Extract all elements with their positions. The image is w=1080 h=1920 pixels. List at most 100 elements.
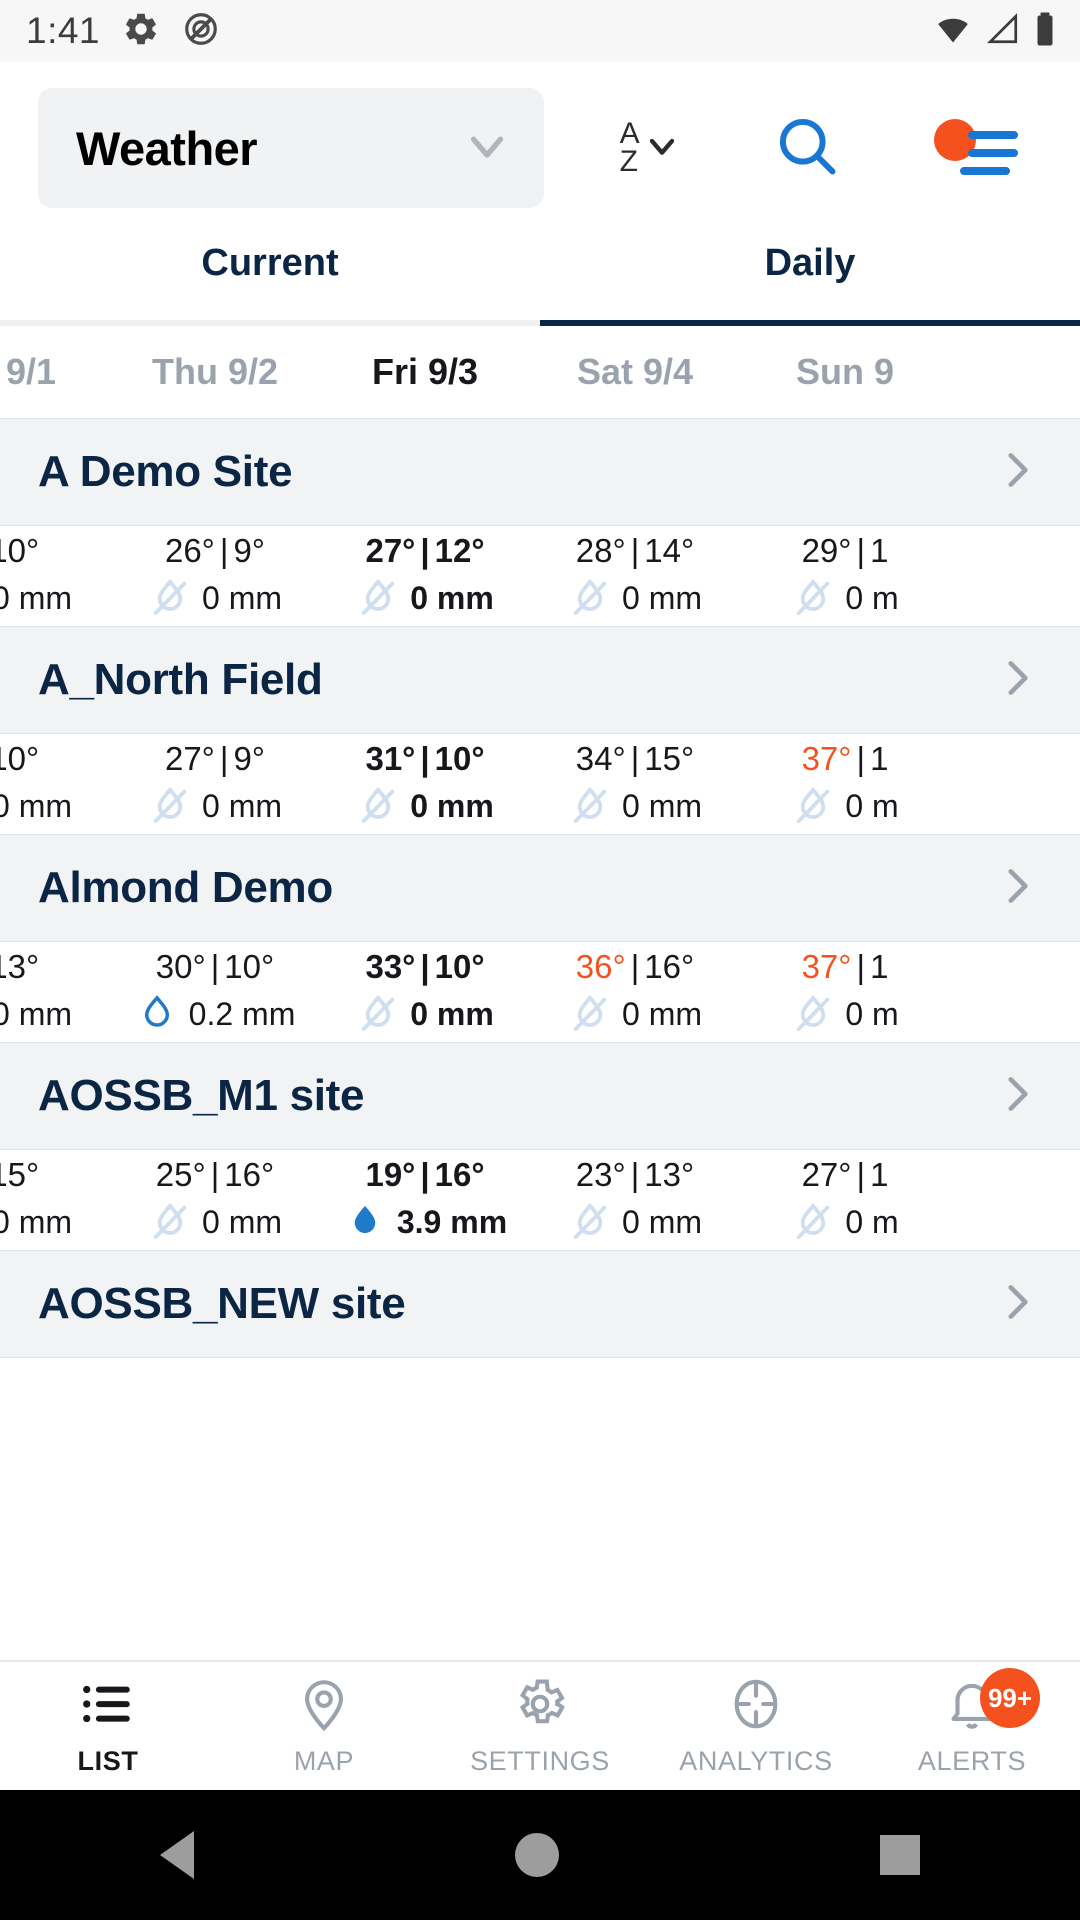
precipitation-value: 0 mm — [410, 995, 494, 1032]
date-cell[interactable]: Thu 9/2 — [110, 351, 320, 393]
temperature-low: 10° — [434, 948, 485, 985]
temperature-high: 37° — [801, 740, 852, 777]
tab-current[interactable]: Current — [0, 234, 540, 320]
site-header[interactable]: A_North Field — [0, 626, 1080, 734]
chevron-right-icon — [992, 445, 1042, 500]
nav-item-analytics[interactable]: ANALYTICS — [648, 1662, 864, 1790]
no-rain-icon — [361, 994, 395, 1031]
day-cell[interactable]: 33° | 10° 0 mm — [320, 948, 530, 1036]
site-header[interactable]: AOSSB_NEW site — [0, 1250, 1080, 1358]
day-cell[interactable]: |13° 0 mm — [0, 948, 110, 1036]
precipitation: 0 mm — [148, 784, 282, 828]
android-system-nav — [0, 1790, 1080, 1920]
sort-az-letters: A Z — [619, 118, 640, 178]
no-rain-icon — [797, 994, 830, 1031]
temperature-range: 30° | 10° — [156, 948, 274, 986]
no-rain-icon — [153, 578, 187, 615]
day-cell[interactable]: 27° | 12° 0 mm — [320, 532, 530, 620]
precipitation: 0 mm — [568, 1200, 702, 1244]
precipitation-value: 0 mm — [622, 1203, 702, 1240]
day-cell[interactable]: |10° 0 mm — [0, 532, 110, 620]
nav-item-map[interactable]: MAP — [216, 1662, 432, 1790]
temperature-separator: | — [420, 948, 430, 985]
tab-daily[interactable]: Daily — [540, 234, 1080, 326]
day-cell[interactable]: 29° | 1 0 m — [740, 532, 950, 620]
day-cell[interactable]: 27° | 9° 0 mm — [110, 740, 320, 828]
precipitation-value: 0 m — [845, 1203, 899, 1240]
chevron-down-icon — [460, 119, 514, 178]
date-label: Fri 9/3 — [371, 351, 479, 392]
nav-label-map: MAP — [293, 1746, 355, 1776]
temperature-low: 14° — [644, 532, 695, 569]
precipitation: 0 mm — [356, 784, 494, 828]
temperature-low: 16° — [224, 1156, 275, 1193]
day-cell[interactable]: 19° | 16° 3.9 mm — [320, 1156, 530, 1244]
temperature-high: 30° — [155, 948, 206, 985]
site-list[interactable]: A Demo Site|10°0 mm26°|9°0 mm27°|12°0 mm… — [0, 418, 1080, 1358]
precipitation-value: 0 mm — [0, 1203, 72, 1240]
day-cell[interactable]: 25° | 16° 0 mm — [110, 1156, 320, 1244]
day-cell[interactable]: 28° | 14° 0 mm — [530, 532, 740, 620]
temperature-high: 19° — [365, 1156, 416, 1193]
filter-icon[interactable] — [932, 117, 1019, 179]
temperature-separator: | — [630, 948, 640, 985]
temperature-high: 27° — [164, 740, 215, 777]
app-bar: Weather A Z — [0, 62, 1080, 234]
status-bar-system-icons — [934, 0, 1056, 62]
home-circle-icon[interactable] — [514, 1833, 559, 1877]
site-name: A_North Field — [38, 655, 323, 704]
temperature-range: |13° — [0, 948, 39, 986]
no-rain-icon — [797, 1202, 830, 1239]
date-cell[interactable]: Sun 9 — [740, 351, 950, 393]
day-cell[interactable]: 23° | 13° 0 mm — [530, 1156, 740, 1244]
temperature-low: 9° — [233, 532, 266, 569]
temperature-low: 1 — [870, 532, 889, 569]
day-cell[interactable]: 30° | 10° 0.2 mm — [110, 948, 320, 1036]
precipitation-value: 0 m — [845, 579, 899, 616]
day-cell[interactable]: 36° | 16° 0 mm — [530, 948, 740, 1036]
nav-label-settings: SETTINGS — [470, 1746, 610, 1776]
day-cell[interactable]: 26° | 9° 0 mm — [110, 532, 320, 620]
site-header[interactable]: A Demo Site — [0, 418, 1080, 526]
day-cell[interactable]: |15° 0 mm — [0, 1156, 110, 1244]
site-data-row: |15°0 mm25°|16°0 mm19°|16°3.9 mm23°|13°0… — [0, 1150, 1080, 1250]
chevron-right-icon — [992, 861, 1042, 916]
temperature-range: 37° | 1 — [802, 948, 889, 986]
date-cell-selected[interactable]: Fri 9/3 — [320, 351, 530, 393]
search-icon[interactable] — [773, 112, 841, 185]
temperature-low: 1 — [870, 1156, 889, 1193]
site-header[interactable]: Almond Demo — [0, 834, 1080, 942]
gear-icon — [511, 1675, 569, 1738]
temperature-separator: | — [210, 948, 220, 985]
site-name: AOSSB_M1 site — [38, 1071, 365, 1120]
day-cell[interactable]: 37° | 1 0 m — [740, 948, 950, 1036]
date-header-row: ed 9/1 Thu 9/2 Fri 9/3 Sat 9/4 Sun 9 — [0, 326, 1080, 418]
precipitation-value: 0 mm — [0, 995, 72, 1032]
temperature-range: 19° | 16° — [365, 1156, 484, 1194]
no-rain-icon — [573, 578, 607, 615]
sort-letter-bottom: Z — [619, 145, 638, 178]
day-cell[interactable]: 34° | 15° 0 mm — [530, 740, 740, 828]
day-cell[interactable]: |10° 0 mm — [0, 740, 110, 828]
temperature-range: 34° | 15° — [576, 740, 694, 778]
nav-item-alerts[interactable]: 99+ ALERTS — [864, 1662, 1080, 1790]
temperature-range: 25° | 16° — [156, 1156, 274, 1194]
dataset-selector[interactable]: Weather — [38, 88, 544, 208]
day-cell[interactable]: 27° | 1 0 m — [740, 1156, 950, 1244]
site-header[interactable]: AOSSB_M1 site — [0, 1042, 1080, 1150]
precipitation: 0 mm — [0, 1200, 72, 1244]
app-bar-actions: A Z — [544, 112, 1080, 185]
nav-item-list[interactable]: LIST — [0, 1662, 216, 1790]
day-cell[interactable]: 37° | 1 0 m — [740, 740, 950, 828]
date-cell[interactable]: Sat 9/4 — [530, 351, 740, 393]
nav-item-settings[interactable]: SETTINGS — [432, 1662, 648, 1790]
back-triangle-icon[interactable] — [160, 1831, 195, 1879]
recents-square-icon[interactable] — [879, 1835, 920, 1875]
status-bar: 1:41 — [0, 0, 1080, 62]
no-rain-icon — [361, 786, 395, 823]
sort-az-button[interactable]: A Z — [619, 118, 682, 178]
precipitation: 0 mm — [0, 784, 72, 828]
date-cell[interactable]: ed 9/1 — [0, 351, 110, 393]
filter-lines — [952, 131, 1019, 185]
day-cell[interactable]: 31° | 10° 0 mm — [320, 740, 530, 828]
